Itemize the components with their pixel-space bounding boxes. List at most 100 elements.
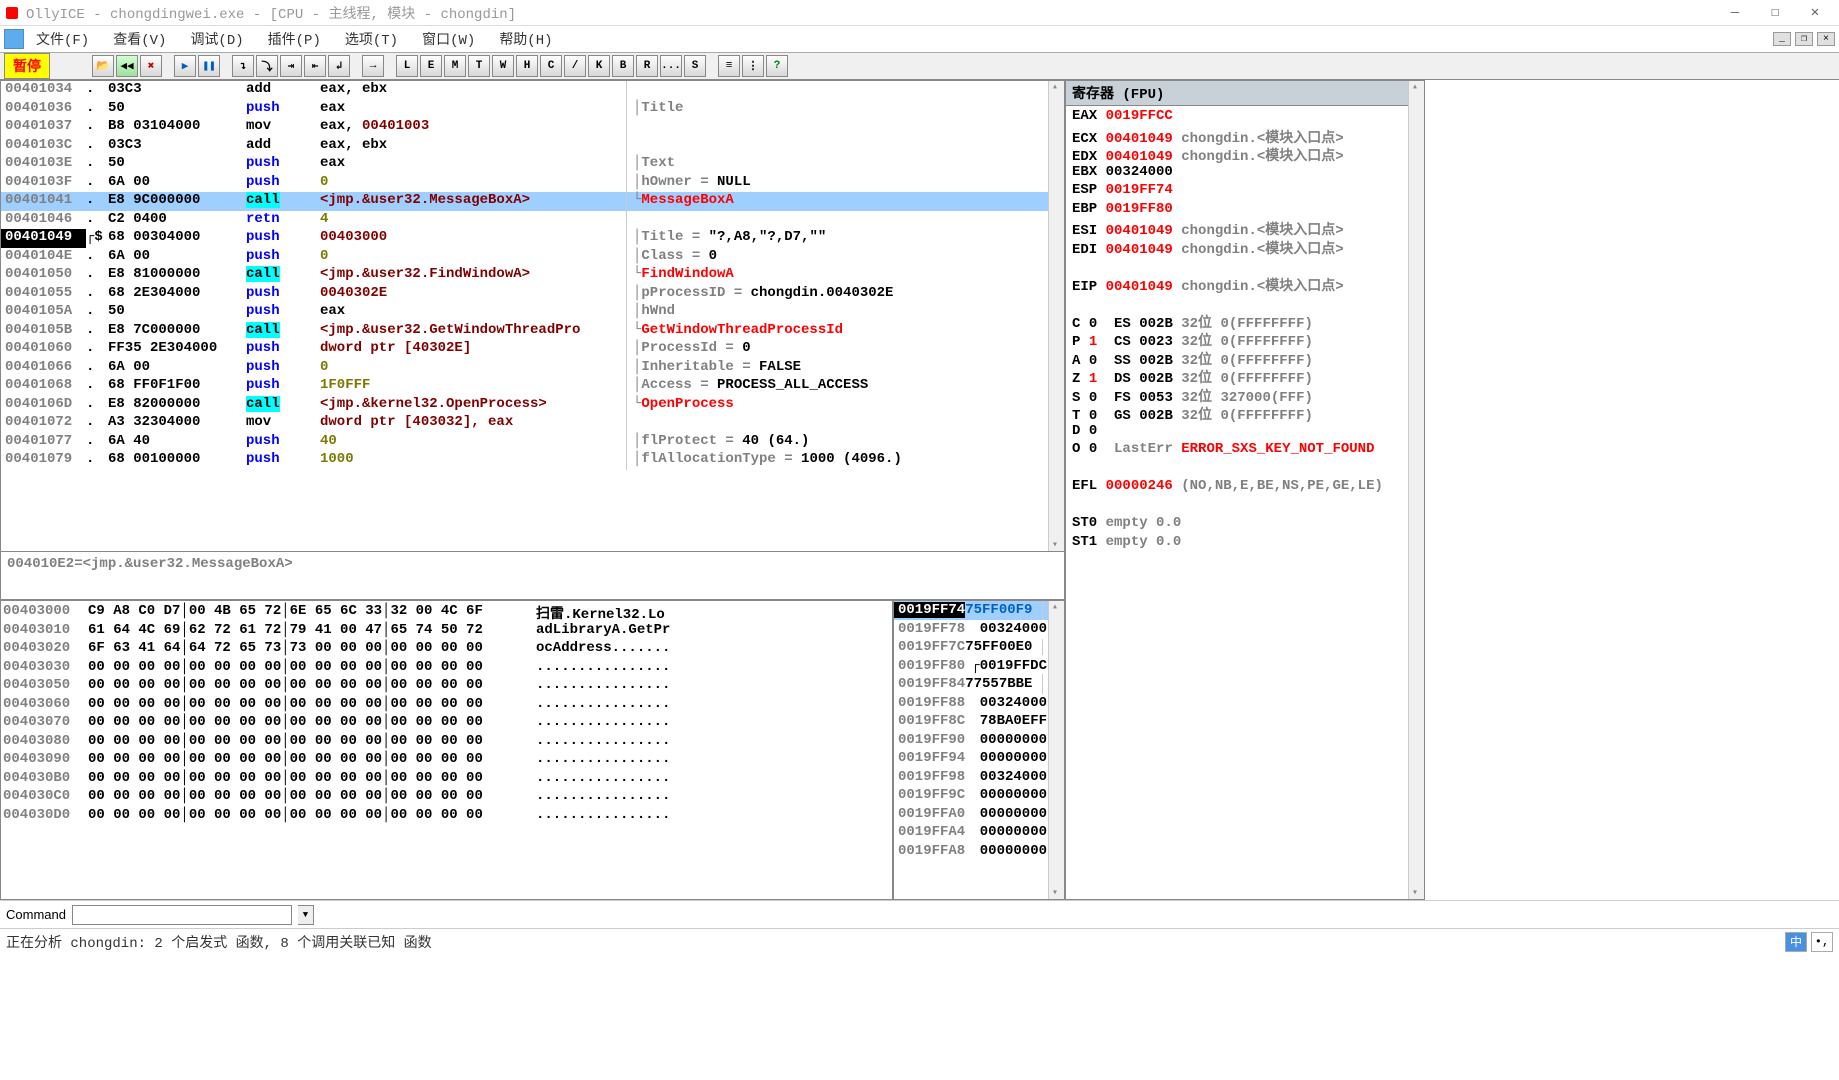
- disasm-row[interactable]: 0040103E.50pusheax│Text: [1, 155, 1064, 174]
- register-row[interactable]: EBP 0019FF80: [1072, 201, 1418, 220]
- disasm-row[interactable]: 00401046.C2 0400retn4: [1, 211, 1064, 230]
- help-button[interactable]: ?: [766, 55, 788, 77]
- stack-row[interactable]: 0019FF8800324000: [894, 694, 1064, 713]
- goto-button[interactable]: →: [362, 55, 384, 77]
- dump-row[interactable]: 004030D000 00 00 00│00 00 00 00│00 00 00…: [3, 807, 890, 826]
- disasm-row[interactable]: 00401049┌$68 00304000push00403000│Title …: [1, 229, 1064, 248]
- register-row[interactable]: P 1 CS 0023 32位 0(FFFFFFFF): [1072, 330, 1418, 349]
- stack-row[interactable]: 0019FF8477557BBE返回到 ntdll.77557BBE: [894, 675, 1064, 694]
- register-row[interactable]: ST0 empty 0.0: [1072, 515, 1418, 534]
- stack-row[interactable]: 0019FF9C00000000: [894, 786, 1064, 805]
- register-row[interactable]: Z 1 DS 002B 32位 0(FFFFFFFF): [1072, 367, 1418, 386]
- settings-button[interactable]: ≡: [718, 55, 740, 77]
- dump-row[interactable]: 0040305000 00 00 00│00 00 00 00│00 00 00…: [3, 677, 890, 696]
- menu-plugins[interactable]: 插件(P): [264, 27, 325, 51]
- disasm-row[interactable]: 00401072.A3 32304000movdword ptr [403032…: [1, 414, 1064, 433]
- register-row[interactable]: EDX 00401049 chongdin.<模块入口点>: [1072, 145, 1418, 164]
- minimize-button[interactable]: —: [1725, 3, 1745, 23]
- stack-scrollbar[interactable]: [1048, 601, 1064, 899]
- toolbar-letter-/[interactable]: /: [564, 55, 586, 77]
- dump-row[interactable]: 0040307000 00 00 00│00 00 00 00│00 00 00…: [3, 714, 890, 733]
- command-input[interactable]: [72, 905, 292, 925]
- toolbar-letter-l[interactable]: L: [396, 55, 418, 77]
- menu-debug[interactable]: 调试(D): [186, 27, 247, 51]
- maximize-button[interactable]: ☐: [1765, 3, 1785, 23]
- register-row[interactable]: EBX 00324000: [1072, 164, 1418, 183]
- run-button[interactable]: ▶: [174, 55, 196, 77]
- stack-row[interactable]: 0019FF8C78BA0EFF: [894, 712, 1064, 731]
- restart-button[interactable]: ◀◀: [116, 55, 138, 77]
- stack-row[interactable]: 0019FF9400000000: [894, 749, 1064, 768]
- disasm-scrollbar[interactable]: [1048, 81, 1064, 551]
- disasm-row[interactable]: 0040103F.6A 00push0│hOwner = NULL: [1, 174, 1064, 193]
- disasm-row[interactable]: 00401066.6A 00push0│Inheritable = FALSE: [1, 359, 1064, 378]
- hex-dump-pane[interactable]: 00403000C9 A8 C0 D7│00 4B 65 72│6E 65 6C…: [0, 600, 893, 900]
- disasm-row[interactable]: 00401034.03C3addeax, ebx: [1, 81, 1064, 100]
- disasm-row[interactable]: 0040103C.03C3addeax, ebx: [1, 137, 1064, 156]
- toolbar-letter-w[interactable]: W: [492, 55, 514, 77]
- register-row[interactable]: S 0 FS 0053 32位 327000(FFF): [1072, 386, 1418, 405]
- step-into-button[interactable]: ↴: [232, 55, 254, 77]
- pause-button[interactable]: ❚❚: [198, 55, 220, 77]
- stack-row[interactable]: 0019FF9000000000: [894, 731, 1064, 750]
- menu-view[interactable]: 查看(V): [109, 27, 170, 51]
- toolbar-letter-h[interactable]: H: [516, 55, 538, 77]
- register-row[interactable]: EFL 00000246 (NO,NB,E,BE,NS,PE,GE,LE): [1072, 478, 1418, 497]
- disasm-row[interactable]: 0040105B.E8 7C000000call<jmp.&user32.Get…: [1, 322, 1064, 341]
- mdi-restore[interactable]: ❐: [1795, 32, 1813, 46]
- stack-row[interactable]: 0019FFA000000000: [894, 805, 1064, 824]
- toolbar-letter-m[interactable]: M: [444, 55, 466, 77]
- register-row[interactable]: EIP 00401049 chongdin.<模块入口点>: [1072, 275, 1418, 294]
- register-row[interactable]: [1072, 293, 1418, 312]
- options2-button[interactable]: ⋮: [742, 55, 764, 77]
- toolbar-letter-t[interactable]: T: [468, 55, 490, 77]
- register-row[interactable]: [1072, 256, 1418, 275]
- stack-row[interactable]: 0019FF7800324000: [894, 620, 1064, 639]
- register-row[interactable]: D 0: [1072, 423, 1418, 442]
- register-row[interactable]: EAX 0019FFCC: [1072, 108, 1418, 127]
- disasm-row[interactable]: 00401060.FF35 2E304000pushdword ptr [403…: [1, 340, 1064, 359]
- ime-lang[interactable]: 中: [1785, 932, 1807, 952]
- register-row[interactable]: ESP 0019FF74: [1072, 182, 1418, 201]
- mdi-minimize[interactable]: _: [1773, 32, 1791, 46]
- register-row[interactable]: O 0 LastErr ERROR_SXS_KEY_NOT_FOUND: [1072, 441, 1418, 460]
- toolbar-letter-b[interactable]: B: [612, 55, 634, 77]
- register-row[interactable]: C 0 ES 002B 32位 0(FFFFFFFF): [1072, 312, 1418, 331]
- stack-row[interactable]: 0019FF7475FF00F9返回到 KERNEL32.75FF00F9: [894, 601, 1064, 620]
- register-row[interactable]: ECX 00401049 chongdin.<模块入口点>: [1072, 127, 1418, 146]
- ime-punct[interactable]: •,: [1811, 932, 1833, 952]
- mdi-icon[interactable]: [4, 29, 24, 49]
- register-row[interactable]: A 0 SS 002B 32位 0(FFFFFFFF): [1072, 349, 1418, 368]
- toolbar-letter-r[interactable]: R: [636, 55, 658, 77]
- dump-row[interactable]: 0040306000 00 00 00│00 00 00 00│00 00 00…: [3, 696, 890, 715]
- toolbar-letter-...[interactable]: ...: [660, 55, 682, 77]
- mdi-close[interactable]: ×: [1817, 32, 1835, 46]
- execute-till-return-button[interactable]: ↲: [328, 55, 350, 77]
- toolbar-letter-s[interactable]: S: [684, 55, 706, 77]
- register-row[interactable]: EDI 00401049 chongdin.<模块入口点>: [1072, 238, 1418, 257]
- stack-row[interactable]: 0019FF9800324000: [894, 768, 1064, 787]
- dump-row[interactable]: 004030B000 00 00 00│00 00 00 00│00 00 00…: [3, 770, 890, 789]
- disasm-row[interactable]: 00401050.E8 81000000call<jmp.&user32.Fin…: [1, 266, 1064, 285]
- dump-row[interactable]: 0040309000 00 00 00│00 00 00 00│00 00 00…: [3, 751, 890, 770]
- trace-over-button[interactable]: ⇤: [304, 55, 326, 77]
- disasm-row[interactable]: 00401041.E8 9C000000call<jmp.&user32.Mes…: [1, 192, 1064, 211]
- dump-row[interactable]: 004030206F 63 41 64│64 72 65 73│73 00 00…: [3, 640, 890, 659]
- registers-pane[interactable]: 寄存器 (FPU) EAX 0019FFCC ECX 00401049 chon…: [1065, 80, 1425, 900]
- register-row[interactable]: T 0 GS 002B 32位 0(FFFFFFFF): [1072, 404, 1418, 423]
- disasm-row[interactable]: 00401079.68 00100000push1000│flAllocatio…: [1, 451, 1064, 470]
- menu-help[interactable]: 帮助(H): [495, 27, 556, 51]
- stack-row[interactable]: 0019FF80┌0019FFDC: [894, 657, 1064, 676]
- close-button[interactable]: ✕: [1805, 3, 1825, 23]
- dump-row[interactable]: 0040303000 00 00 00│00 00 00 00│00 00 00…: [3, 659, 890, 678]
- disasm-row[interactable]: 00401036.50pusheax│Title: [1, 100, 1064, 119]
- step-over-button[interactable]: ⤵: [256, 55, 278, 77]
- menu-options[interactable]: 选项(T): [341, 27, 402, 51]
- menu-file[interactable]: 文件(F): [32, 27, 93, 51]
- disasm-row[interactable]: 00401037.B8 03104000moveax, 00401003: [1, 118, 1064, 137]
- dump-row[interactable]: 0040308000 00 00 00│00 00 00 00│00 00 00…: [3, 733, 890, 752]
- disasm-row[interactable]: 00401077.6A 40push40│flProtect = 40 (64.…: [1, 433, 1064, 452]
- stack-pane[interactable]: 0019FF7475FF00F9返回到 KERNEL32.75FF00F9001…: [893, 600, 1065, 900]
- command-dropdown[interactable]: ▼: [298, 905, 314, 925]
- disasm-row[interactable]: 0040105A.50pusheax│hWnd: [1, 303, 1064, 322]
